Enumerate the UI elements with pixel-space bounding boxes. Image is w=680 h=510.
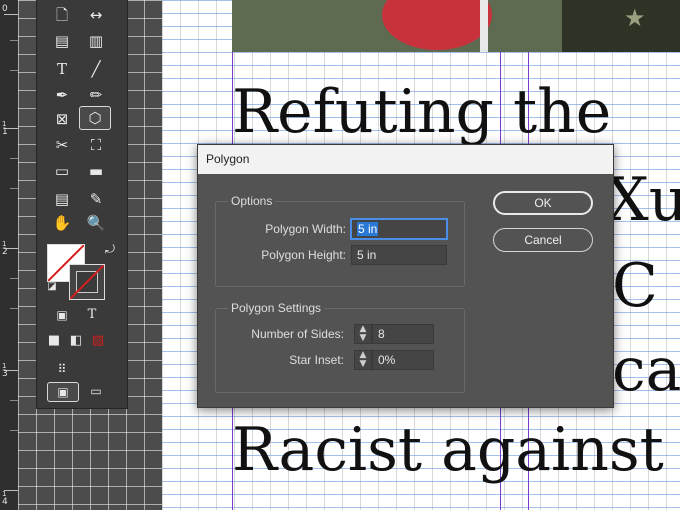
formatting-container-icon[interactable]: ▣ [47, 304, 77, 326]
gap-icon[interactable]: ↔ [81, 4, 111, 26]
free-transform-icon[interactable]: ⛶ [81, 134, 111, 156]
eyedropper-icon[interactable]: ✎ [81, 188, 111, 210]
polygon-height-label: Polygon Height: [261, 248, 346, 262]
zoom-icon[interactable]: 🔍 [81, 212, 111, 234]
preview-view-icon[interactable]: ▭ [81, 382, 111, 400]
polygon-icon[interactable]: ⬡ [79, 106, 111, 130]
placed-photo[interactable]: ★ [232, 0, 680, 52]
default-colors-icon[interactable]: ◪ [43, 276, 61, 298]
ruler-label-0: 0 [2, 4, 8, 14]
dialog-title[interactable]: Polygon [198, 145, 613, 174]
star-inset-field[interactable]: 0% [372, 350, 434, 370]
cancel-button[interactable]: Cancel [493, 228, 593, 252]
star-inset-stepper[interactable]: ▲ ▼ [354, 350, 372, 370]
ruler-label-3: 13 [2, 362, 8, 379]
options-group-title: Options [228, 194, 276, 208]
hand-icon[interactable]: ✋ [47, 212, 77, 234]
gradient-feather-icon[interactable]: ▬ [81, 160, 111, 182]
number-of-sides-stepper[interactable]: ▲ ▼ [354, 324, 372, 344]
content-collector-icon[interactable]: ▤ [47, 30, 77, 52]
ruler-label-2: 12 [2, 240, 8, 257]
number-of-sides-label: Number of Sides: [251, 327, 344, 341]
apply-none-icon[interactable]: ▨ [87, 330, 109, 352]
content-placer-icon[interactable]: ▥ [81, 30, 111, 52]
document-headline-line[interactable]: ca [612, 340, 680, 400]
polygon-height-field[interactable]: 5 in [351, 245, 447, 265]
ok-button[interactable]: OK [493, 191, 593, 215]
polygon-settings-group-title: Polygon Settings [228, 301, 325, 315]
apply-color-icon[interactable]: ■ [43, 330, 65, 352]
type-icon[interactable]: T [47, 58, 77, 80]
swap-colors-icon[interactable]: ⤾ [95, 238, 125, 260]
rectangle-frame-icon[interactable]: ⊠ [47, 108, 77, 130]
page-icon[interactable]: 🗋 [47, 4, 77, 26]
tools-panel: 🗋 ↔ ▤ ▥ T ╱ ✒ ✏ ⊠ ⬡ ✂ ⛶ ▭ ▬ ▤ ✎ ✋ 🔍 ⤾ ◪ … [36, 0, 128, 409]
ruler-label-4: 14 [2, 490, 8, 507]
document-headline-line[interactable]: Refuting the [232, 82, 611, 142]
vertical-ruler[interactable]: 0 11 12 13 14 [0, 0, 19, 510]
document-headline-line[interactable]: Xu [606, 170, 680, 230]
indesign-workspace: 0 11 12 13 14 ★ Refuting the Xu C ca Rac… [0, 0, 680, 510]
document-headline-line[interactable]: Racist against [232, 420, 664, 480]
number-of-sides-field[interactable]: 8 [372, 324, 434, 344]
scissors-icon[interactable]: ✂ [47, 134, 77, 156]
polygon-dialog: Polygon Options Polygon Width: 5 in Poly… [197, 144, 614, 408]
polygon-width-field[interactable]: 5 in [351, 219, 447, 239]
star-inset-label: Star Inset: [289, 353, 344, 367]
screen-mode-icon[interactable]: ⠿ [47, 358, 77, 380]
pen-icon[interactable]: ✒ [47, 84, 77, 106]
document-headline-line[interactable]: C [612, 256, 658, 316]
gradient-swatch-icon[interactable]: ▭ [47, 160, 77, 182]
polygon-width-label: Polygon Width: [265, 222, 346, 236]
ruler-label-1: 11 [2, 120, 8, 137]
stroke-swatch[interactable] [69, 264, 105, 300]
pencil-icon[interactable]: ✏ [81, 84, 111, 106]
options-group [215, 201, 465, 287]
note-icon[interactable]: ▤ [47, 188, 77, 210]
normal-view-icon[interactable]: ▣ [47, 382, 79, 402]
apply-gradient-icon[interactable]: ◧ [65, 330, 87, 352]
formatting-text-icon[interactable]: T [77, 304, 107, 326]
line-icon[interactable]: ╱ [81, 58, 111, 80]
